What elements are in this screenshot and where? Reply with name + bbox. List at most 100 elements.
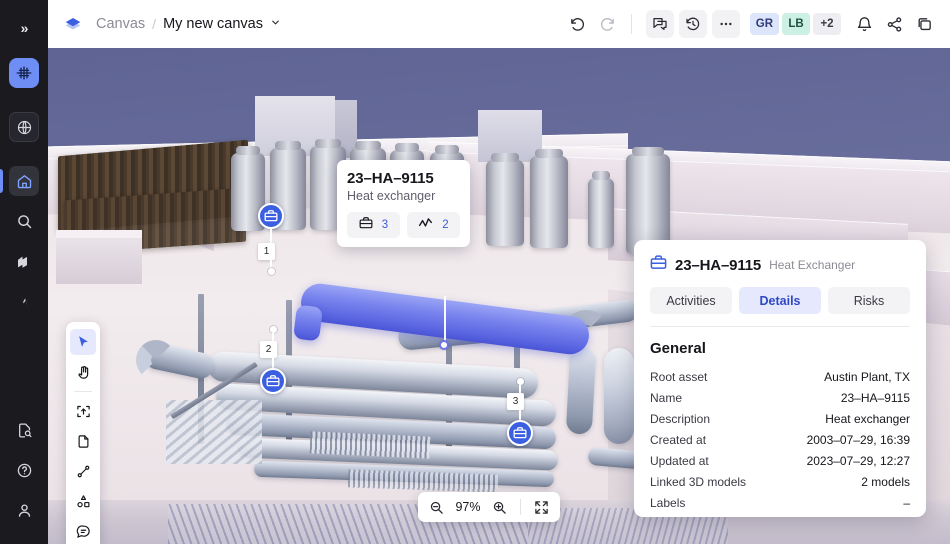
asset-hover-card-badges: 3 2 (347, 212, 460, 238)
breadcrumb-current[interactable]: My new canvas (163, 16, 263, 32)
zoom-in-icon[interactable] (490, 498, 509, 517)
marker-number: 1 (258, 243, 275, 260)
comment-button[interactable] (645, 10, 674, 38)
asset-hover-card-title: 23–HA–9115 (347, 170, 434, 187)
table-row: Updated at 2023–07–29, 12:27 (650, 450, 910, 471)
tool-document[interactable] (70, 428, 96, 454)
detail-value: – (903, 495, 910, 510)
tool-line[interactable] (70, 458, 96, 484)
asset-details-title: 23–HA–9115 (675, 256, 762, 274)
general-section-title: General (650, 340, 706, 357)
briefcase-icon (359, 216, 373, 235)
breadcrumb-separator: / (152, 16, 157, 32)
zoom-out-icon[interactable] (427, 498, 446, 517)
sidebar-item-data-explorer[interactable] (9, 246, 39, 276)
detail-key: Created at (650, 432, 707, 447)
asset-hover-card[interactable]: 23–HA–9115 Heat exchanger 3 2 (337, 160, 470, 247)
sidebar-item-documents[interactable] (9, 415, 39, 445)
copy-button[interactable] (910, 10, 938, 38)
more-options-button[interactable] (711, 10, 740, 38)
avatar-overflow-count[interactable]: +2 (813, 13, 841, 35)
asset-details-tabs: Activities Details Risks (634, 276, 926, 314)
tab-details[interactable]: Details (739, 287, 821, 314)
undo-button[interactable] (564, 10, 592, 38)
sidebar-item-profile[interactable] (9, 495, 39, 525)
highlighted-asset-3d[interactable] (293, 304, 323, 342)
collaborator-avatars[interactable]: GR LB +2 (749, 13, 844, 35)
zoom-level-value: 97% (455, 500, 481, 514)
tab-risks[interactable]: Risks (828, 287, 910, 314)
redo-button[interactable] (594, 10, 622, 38)
scene-structure (56, 236, 142, 284)
tab-activities[interactable]: Activities (650, 287, 732, 314)
detail-value: 23–HA–9115 (840, 390, 910, 405)
scene-pipe (565, 347, 597, 435)
detail-key: Linked 3D models (650, 474, 747, 489)
scene-structure (56, 230, 142, 238)
tool-crop[interactable] (70, 398, 96, 424)
tool-shapes[interactable] (70, 488, 96, 514)
detail-key: Root asset (650, 369, 708, 384)
scene-elbow (136, 340, 176, 380)
marker-number: 2 (260, 341, 277, 358)
sidebar-bottom-group (9, 410, 39, 544)
table-row: Labels – (650, 492, 910, 513)
table-row: Root asset Austin Plant, TX (650, 366, 910, 387)
asset-marker[interactable]: 1 (258, 203, 284, 275)
sidebar-item-globe[interactable] (9, 112, 39, 142)
table-row: Description Heat exchanger (650, 408, 910, 429)
zoom-divider (520, 499, 521, 515)
avatar[interactable]: GR (749, 13, 779, 35)
zoom-controls[interactable]: 97% (418, 492, 560, 522)
sidebar-item-app-logo[interactable] (9, 58, 39, 88)
asset-marker[interactable]: 3 (507, 378, 533, 446)
history-button[interactable] (678, 10, 707, 38)
breadcrumb-root[interactable]: Canvas (96, 16, 145, 32)
briefcase-icon[interactable] (258, 203, 284, 229)
briefcase-icon (650, 254, 667, 276)
fit-to-screen-icon[interactable] (532, 498, 551, 517)
detail-value: 2003–07–29, 16:39 (806, 432, 910, 447)
asset-details-subtitle: Heat Exchanger (769, 258, 856, 272)
share-button[interactable] (880, 10, 908, 38)
app-sidebar[interactable]: » (0, 0, 48, 544)
general-details-table: Root asset Austin Plant, TX Name 23–HA–9… (634, 357, 926, 513)
asset-anchor-line (444, 296, 446, 344)
table-row: Created at 2003–07–29, 16:39 (650, 429, 910, 450)
scene-vessel (604, 348, 634, 444)
activities-badge[interactable]: 3 (347, 212, 400, 238)
sidebar-item-help[interactable] (9, 455, 39, 485)
notifications-button[interactable] (850, 10, 878, 38)
asset-anchor-dot (439, 340, 449, 350)
detail-value: Austin Plant, TX (824, 369, 910, 384)
canvas-tool-palette[interactable] (66, 322, 100, 544)
app-root: 1 2 3 23–HA–9115 Heat exchanger 3 2 97% … (0, 0, 950, 544)
briefcase-icon[interactable] (260, 368, 286, 394)
detail-value: 2 models (861, 474, 910, 489)
briefcase-icon[interactable] (507, 420, 533, 446)
sidebar-expand-button[interactable]: » (9, 13, 39, 43)
timeseries-badge-count: 2 (442, 219, 449, 231)
app-header: Canvas / My new canvas GR LB +2 (48, 0, 950, 48)
activities-badge-count: 3 (381, 219, 389, 231)
chevron-down-icon[interactable] (270, 17, 281, 31)
sidebar-item-home[interactable] (0, 166, 39, 196)
sidebar-item-charts[interactable] (9, 286, 39, 316)
avatar[interactable]: LB (782, 13, 810, 35)
scene-tank (486, 153, 524, 246)
asset-hover-card-subtitle: Heat exchanger (347, 189, 436, 203)
timeseries-badge[interactable]: 2 (407, 212, 460, 238)
header-divider (630, 14, 632, 34)
asset-marker[interactable]: 2 (260, 326, 286, 394)
asset-details-header: 23–HA–9115 Heat Exchanger (634, 240, 926, 276)
tool-comment[interactable] (70, 518, 96, 544)
tool-pan[interactable] (70, 359, 96, 385)
cognite-logo[interactable] (62, 13, 84, 35)
timeseries-icon (418, 216, 433, 235)
detail-value: 2023–07–29, 12:27 (806, 453, 910, 468)
asset-details-panel[interactable]: 23–HA–9115 Heat Exchanger Activities Det… (634, 240, 926, 517)
tool-select[interactable] (70, 329, 96, 355)
detail-key: Labels (650, 495, 686, 510)
sidebar-item-search[interactable] (9, 206, 39, 236)
detail-key: Description (650, 411, 711, 426)
